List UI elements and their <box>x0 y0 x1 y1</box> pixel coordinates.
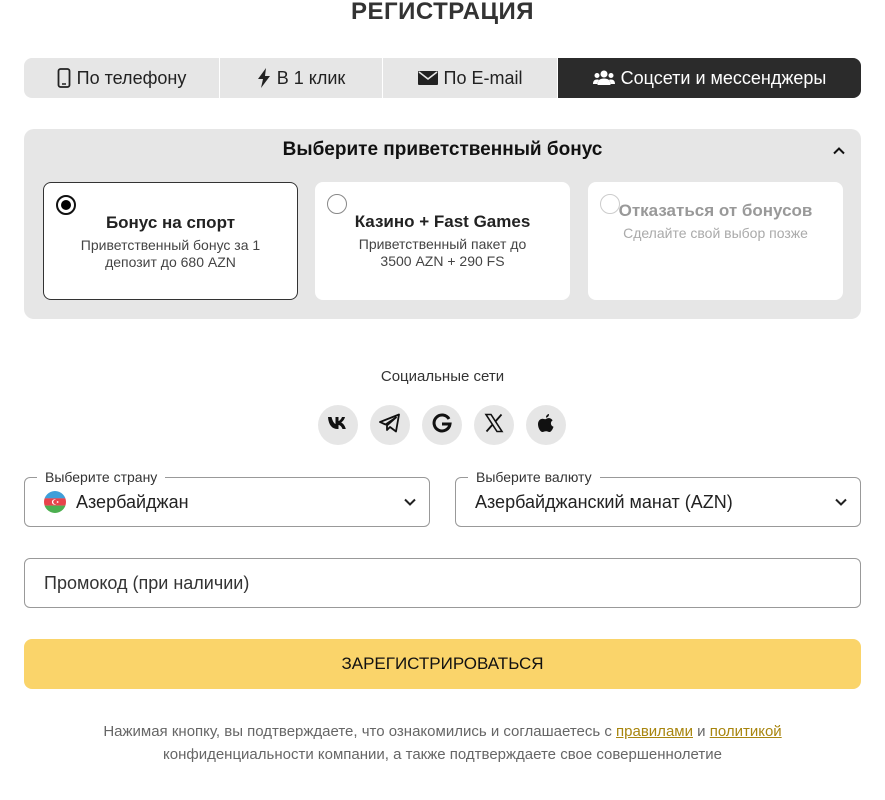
bonus-option-desc: Сделайте свой выбор позже <box>623 225 808 241</box>
tab-email[interactable]: По E-mail <box>383 58 558 98</box>
radio-casino[interactable] <box>327 194 347 214</box>
bonus-option-desc: Приветственный бонус за 1 депозит до 680… <box>80 237 261 270</box>
tab-social[interactable]: Соцсети и мессенджеры <box>558 58 861 98</box>
telegram-icon <box>379 413 401 438</box>
tab-social-label: Соцсети и мессенджеры <box>620 67 827 88</box>
legal-text-before: Нажимая кнопку, вы подтверждаете, что оз… <box>103 723 617 740</box>
lightning-icon <box>257 68 271 88</box>
google-login-button[interactable] <box>422 405 462 445</box>
legal-text-after: конфиденциальности компании, а также под… <box>163 746 722 763</box>
welcome-bonus-panel: Выберите приветственный бонус Бонус на с… <box>24 129 861 319</box>
currency-select-value: Азербайджанский манат (AZN) <box>475 491 733 512</box>
envelope-icon <box>417 71 438 85</box>
tab-phone-label: По телефону <box>76 67 187 88</box>
page-title: РЕГИСТРАЦИЯ <box>350 0 535 25</box>
currency-select[interactable]: Выберите валюту Азербайджанский манат (A… <box>455 468 861 527</box>
rules-link[interactable]: правилами <box>616 723 693 740</box>
vk-login-button[interactable] <box>318 405 358 445</box>
bonus-option-decline[interactable]: Отказаться от бонусов Сделайте свой выбо… <box>588 182 843 300</box>
tab-email-label: По E-mail <box>443 67 523 88</box>
azerbaijan-flag-icon <box>44 491 66 513</box>
promo-code-input[interactable] <box>25 559 860 607</box>
promo-code-field <box>24 558 861 608</box>
chevron-up-icon[interactable] <box>831 143 847 159</box>
bonus-option-title: Отказаться от бонусов <box>618 201 813 220</box>
bonus-option-desc: Приветственный пакет до 3500 AZN + 290 F… <box>358 236 527 269</box>
apple-icon <box>537 413 555 438</box>
register-button[interactable]: ЗАРЕГИСТРИРОВАТЬСЯ <box>24 639 861 689</box>
x-icon <box>484 413 504 438</box>
bonus-panel-title: Выберите приветственный бонус <box>282 139 603 160</box>
social-login-buttons <box>318 405 566 445</box>
radio-sport[interactable] <box>56 195 76 215</box>
telegram-login-button[interactable] <box>370 405 410 445</box>
social-networks-label: Социальные сети <box>380 368 505 385</box>
google-icon <box>432 413 452 438</box>
tab-phone[interactable]: По телефону <box>24 58 220 98</box>
x-login-button[interactable] <box>474 405 514 445</box>
apple-login-button[interactable] <box>526 405 566 445</box>
legal-notice: Нажимая кнопку, вы подтверждаете, что оз… <box>80 720 805 766</box>
registration-method-tabs: По телефону В 1 клик По E-mail Соцсети и… <box>24 58 861 98</box>
legal-text-and: и <box>692 723 710 740</box>
bonus-option-sport[interactable]: Бонус на спорт Приветственный бонус за 1… <box>43 182 298 300</box>
tab-one-click[interactable]: В 1 клик <box>220 58 383 98</box>
tab-one-click-label: В 1 клик <box>276 67 346 88</box>
country-select-value: Азербайджан <box>76 491 189 512</box>
chevron-down-icon <box>834 495 848 514</box>
chevron-down-icon <box>403 495 417 514</box>
currency-select-label: Выберите валюту <box>468 468 600 486</box>
country-select-label: Выберите страну <box>37 468 166 486</box>
bonus-option-title: Бонус на спорт <box>105 213 236 232</box>
policy-link[interactable]: политикой <box>710 723 782 740</box>
bonus-option-title: Казино + Fast Games <box>354 212 531 231</box>
radio-decline[interactable] <box>600 194 620 214</box>
vk-icon <box>327 416 349 435</box>
country-select[interactable]: Выберите страну Азербайджан <box>24 468 430 527</box>
phone-icon <box>57 68 71 88</box>
users-icon <box>592 70 615 86</box>
bonus-option-casino[interactable]: Казино + Fast Games Приветственный пакет… <box>315 182 570 300</box>
